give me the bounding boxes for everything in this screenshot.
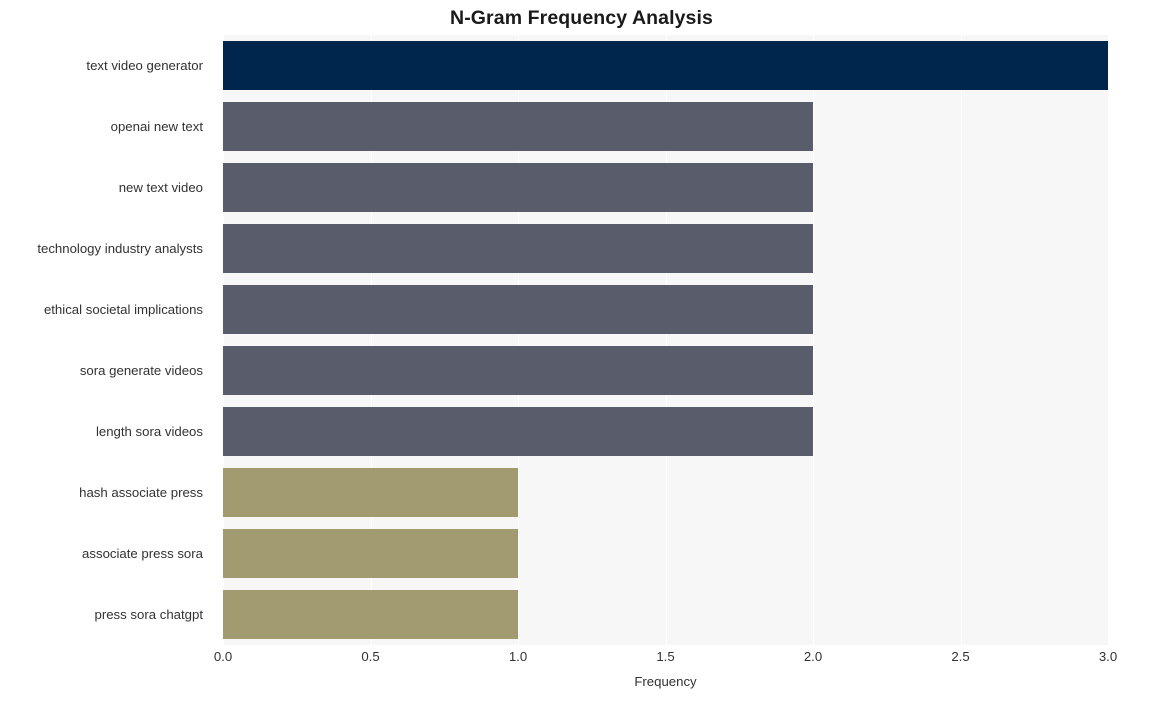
bar-row[interactable]	[223, 96, 1108, 157]
x-axis-tick: 2.0	[803, 649, 823, 664]
ngram-frequency-chart: N-Gram Frequency Analysis text video gen…	[0, 0, 1163, 701]
bar-row[interactable]	[223, 35, 1108, 96]
bar-row[interactable]	[223, 401, 1108, 462]
y-axis-label: openai new text	[110, 118, 203, 134]
y-axis-label: hash associate press	[79, 484, 203, 500]
y-axis-label: sora generate videos	[79, 362, 203, 378]
x-axis-tick: 3.0	[1098, 649, 1118, 664]
bar[interactable]	[223, 406, 813, 457]
y-axis-label: ethical societal implications	[43, 301, 203, 317]
y-axis-label: text video generator	[86, 57, 203, 73]
plot-area	[223, 35, 1110, 645]
bar-row[interactable]	[223, 340, 1108, 401]
y-axis-label: length sora videos	[95, 423, 203, 439]
bar[interactable]	[223, 528, 518, 579]
x-axis-tick: 1.5	[656, 649, 675, 664]
y-axis-category-labels: text video generator openai new text new t…	[0, 35, 213, 645]
bar-row[interactable]	[223, 279, 1108, 340]
bar[interactable]	[223, 284, 813, 335]
x-axis-tick: 2.5	[951, 649, 970, 664]
bar[interactable]	[223, 40, 1108, 91]
bar-row[interactable]	[223, 462, 1108, 523]
bar[interactable]	[223, 162, 813, 213]
gridline-x	[1108, 35, 1110, 645]
bar[interactable]	[223, 589, 518, 640]
bar[interactable]	[223, 345, 813, 396]
x-axis-tick-labels: 0.0 0.5 1.0 1.5 2.0 2.5 3.0	[214, 648, 1117, 668]
bar-row[interactable]	[223, 218, 1108, 279]
x-axis-tick: 0.5	[361, 649, 380, 664]
x-axis-tick: 0.0	[213, 649, 233, 664]
y-axis-label: press sora chatgpt	[94, 606, 204, 622]
x-axis-title: Frequency	[634, 674, 697, 689]
y-axis-label: associate press sora	[82, 545, 203, 561]
bar-row[interactable]	[223, 584, 1108, 645]
x-axis-tick: 1.0	[508, 649, 528, 664]
chart-title: N-Gram Frequency Analysis	[450, 7, 713, 29]
bar[interactable]	[223, 101, 813, 152]
bar[interactable]	[223, 467, 518, 518]
y-axis-label: new text video	[118, 179, 203, 195]
bar-row[interactable]	[223, 523, 1108, 584]
y-axis-label: technology industry analysts	[37, 240, 203, 256]
bar[interactable]	[223, 223, 813, 274]
bar-row[interactable]	[223, 157, 1108, 218]
